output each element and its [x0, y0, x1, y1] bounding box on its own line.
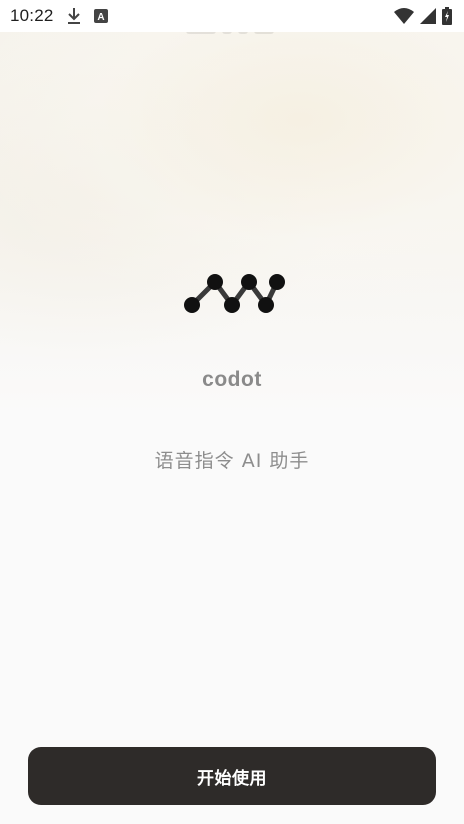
- start-button[interactable]: 开始使用: [28, 747, 436, 805]
- status-right: [394, 7, 452, 25]
- signal-icon: [420, 8, 436, 24]
- app-name: codot: [202, 368, 262, 391]
- app-tagline: 语音指令 AI 助手: [154, 450, 310, 472]
- wifi-icon: [394, 8, 414, 24]
- a-letter-glyph: A: [97, 12, 104, 23]
- status-time: 10:22: [10, 6, 54, 25]
- status-bar: 10:22 A: [0, 0, 464, 32]
- download-icon: [66, 7, 82, 25]
- a-letter-icon: A: [93, 9, 108, 23]
- status-left: 10:22 A: [10, 6, 108, 26]
- background-gradient: [0, 0, 464, 420]
- wave-dots-logo-icon: [182, 272, 286, 316]
- battery-icon: [442, 7, 452, 25]
